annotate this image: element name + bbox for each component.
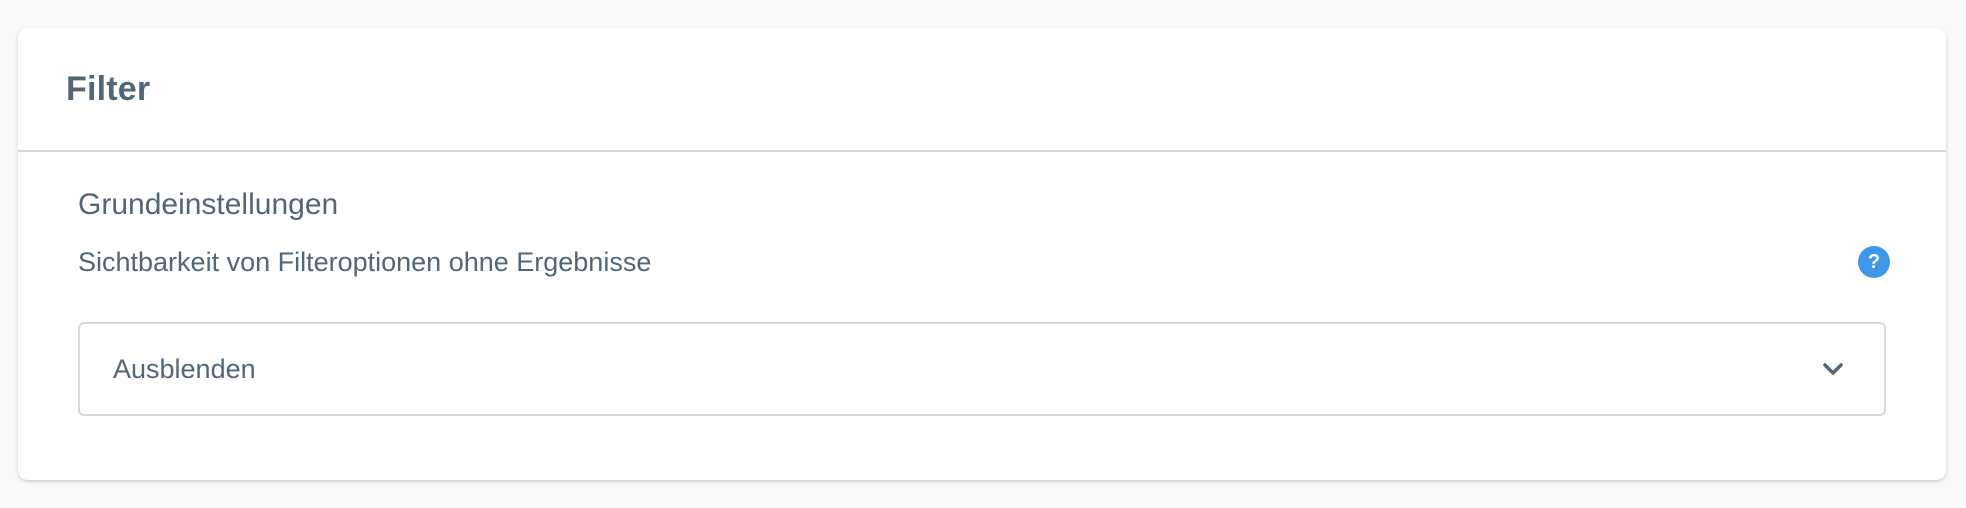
- field-label: Sichtbarkeit von Filteroptionen ohne Erg…: [78, 246, 652, 277]
- help-icon[interactable]: ?: [1858, 246, 1890, 278]
- field-label-row: Sichtbarkeit von Filteroptionen ohne Erg…: [78, 244, 1890, 280]
- chevron-down-icon: [1822, 358, 1844, 380]
- select-value: Ausblenden: [113, 353, 256, 384]
- visibility-select[interactable]: Ausblenden: [78, 322, 1886, 416]
- section-title: Grundeinstellungen: [78, 188, 339, 221]
- card-header: Filter: [18, 28, 1946, 152]
- card-title: Filter: [66, 69, 151, 108]
- filter-card: Filter Grundeinstellungen Sichtbarkeit v…: [18, 28, 1946, 480]
